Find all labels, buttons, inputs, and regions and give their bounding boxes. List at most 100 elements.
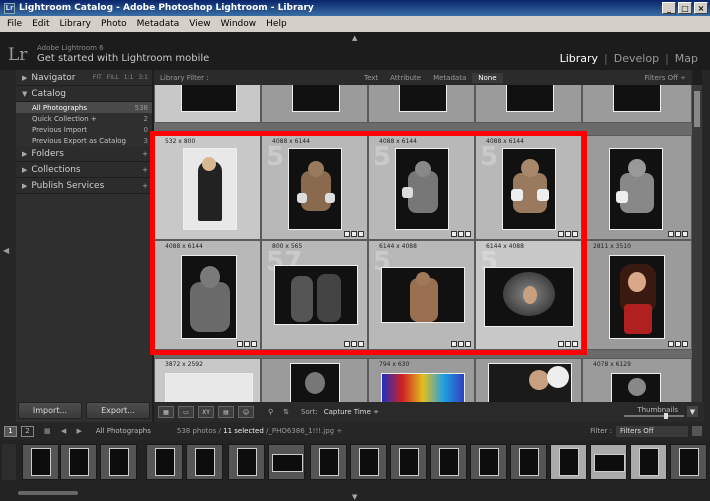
menu-window[interactable]: Window: [216, 19, 262, 29]
filmstrip-thumb[interactable]: [60, 444, 97, 480]
filter-metadata-tab[interactable]: Metadata: [427, 73, 472, 83]
grid-cell[interactable]: 2811 x 3510: [582, 240, 692, 350]
photo-thumbnail[interactable]: [165, 373, 253, 402]
grid-cell[interactable]: 794 x 630: [368, 358, 475, 402]
photo-thumbnail[interactable]: [611, 373, 661, 402]
collections-header[interactable]: ▶ Collections +: [16, 162, 152, 178]
lightroom-mobile-link[interactable]: Get started with Lightroom mobile: [37, 53, 209, 64]
filmstrip-thumb[interactable]: [590, 444, 627, 480]
grid-scrollbar[interactable]: [692, 85, 702, 402]
photo-thumbnail[interactable]: [609, 255, 665, 339]
grid-cell[interactable]: [475, 85, 582, 123]
scrollbar-thumb[interactable]: [694, 91, 700, 127]
filmstrip-thumb[interactable]: [510, 444, 547, 480]
sort-direction-icon[interactable]: ⇅: [283, 408, 289, 416]
slider-handle[interactable]: [664, 413, 668, 419]
menu-metadata[interactable]: Metadata: [132, 19, 185, 29]
menu-help[interactable]: Help: [261, 19, 292, 29]
grid-cell[interactable]: 4078 x 6129: [582, 358, 692, 402]
filmstrip-thumb[interactable]: [430, 444, 467, 480]
filter-none-tab[interactable]: None: [472, 72, 503, 83]
filmstrip-thumb[interactable]: [186, 444, 223, 480]
loupe-view-icon[interactable]: ▭: [178, 406, 194, 418]
grid-cell[interactable]: 3872 x 2592: [154, 358, 261, 402]
filter-attribute-tab[interactable]: Attribute: [384, 73, 427, 83]
maximize-button[interactable]: □: [678, 2, 692, 14]
nav-fit[interactable]: FIT: [93, 74, 102, 81]
menu-file[interactable]: File: [2, 19, 27, 29]
left-panel-edge[interactable]: ◀: [0, 70, 16, 422]
filmstrip-thumb[interactable]: [22, 444, 59, 480]
photo-thumbnail[interactable]: [609, 148, 663, 230]
filmstrip-source[interactable]: All Photographs: [96, 427, 151, 435]
grid-cell[interactable]: [475, 358, 582, 402]
menu-library[interactable]: Library: [55, 19, 96, 29]
filters-off-dropdown[interactable]: Filters Off ÷: [644, 74, 686, 82]
module-library[interactable]: Library: [560, 52, 598, 65]
close-button[interactable]: ×: [694, 2, 708, 14]
toolbar-menu-icon[interactable]: ▼: [687, 406, 698, 417]
photo-thumbnail[interactable]: [488, 363, 572, 402]
filmstrip-thumb[interactable]: [310, 444, 347, 480]
grid-cell[interactable]: [582, 135, 692, 240]
minimize-button[interactable]: _: [662, 2, 676, 14]
collapse-left-icon[interactable]: ◀: [3, 246, 9, 255]
collapse-top-icon[interactable]: ▲: [352, 34, 357, 42]
publish-services-header[interactable]: ▶ Publish Services +: [16, 178, 152, 194]
nav-fill[interactable]: FILL: [107, 74, 119, 81]
filmstrip-thumb[interactable]: [100, 444, 137, 480]
current-filename[interactable]: /_PHO6386_1!!!.jpg ÷: [266, 427, 342, 435]
painter-icon[interactable]: ⚲: [268, 408, 273, 416]
right-panel-edge[interactable]: [702, 70, 710, 422]
photo-thumbnail[interactable]: [399, 85, 447, 112]
catalog-item-previous-import[interactable]: Previous Import 0: [16, 124, 152, 135]
photo-thumbnail[interactable]: [290, 363, 340, 402]
menu-edit[interactable]: Edit: [27, 19, 54, 29]
module-map[interactable]: Map: [675, 52, 698, 65]
photo-thumbnail[interactable]: [292, 85, 340, 112]
filter-text-tab[interactable]: Text: [358, 73, 384, 83]
grid-cell[interactable]: [154, 85, 261, 123]
window-1-button[interactable]: 1: [4, 425, 17, 437]
grid-cell[interactable]: [261, 358, 368, 402]
grid-cell[interactable]: [368, 85, 475, 123]
sort-dropdown[interactable]: Capture Time ÷: [324, 408, 379, 416]
people-view-icon[interactable]: ☺: [238, 406, 254, 418]
catalog-header[interactable]: ▼ Catalog: [16, 86, 152, 102]
nav-3to1[interactable]: 3:1: [138, 74, 148, 81]
module-develop[interactable]: Develop: [614, 52, 659, 65]
filmstrip-thumb[interactable]: [630, 444, 667, 480]
filmstrip-thumb[interactable]: [146, 444, 183, 480]
photo-thumbnail[interactable]: [506, 85, 554, 112]
import-button[interactable]: Import...: [18, 402, 82, 419]
filmstrip-thumb[interactable]: [390, 444, 427, 480]
collapse-bottom-icon[interactable]: ▼: [352, 493, 357, 501]
grid-cell[interactable]: [582, 85, 692, 123]
compare-view-icon[interactable]: XY: [198, 406, 214, 418]
window-2-button[interactable]: 2: [21, 425, 34, 437]
photo-thumbnail[interactable]: [181, 85, 237, 112]
menu-view[interactable]: View: [184, 19, 215, 29]
navigator-header[interactable]: ▶ Navigator FIT FILL 1:1 3:1: [16, 70, 152, 86]
survey-view-icon[interactable]: ▤: [218, 406, 234, 418]
filmstrip-thumb[interactable]: [670, 444, 707, 480]
export-button[interactable]: Export...: [86, 402, 150, 419]
filmstrip-thumb[interactable]: [228, 444, 265, 480]
filmstrip-thumb[interactable]: [550, 444, 587, 480]
photo-thumbnail[interactable]: [381, 373, 465, 402]
filmstrip-scrollbar[interactable]: [18, 491, 78, 495]
thumbnail-size-slider[interactable]: [624, 413, 684, 419]
filmstrip-thumb[interactable]: [268, 444, 305, 480]
grid-nav-icons[interactable]: ▦ ◀ ▶: [44, 427, 86, 435]
filmstrip-filter-dropdown[interactable]: Filters Off: [616, 425, 688, 437]
filmstrip-thumb[interactable]: [470, 444, 507, 480]
catalog-item-previous-export[interactable]: Previous Export as Catalog 3: [16, 135, 152, 146]
photo-thumbnail[interactable]: [613, 85, 661, 112]
folders-header[interactable]: ▶ Folders +: [16, 146, 152, 162]
grid-view-icon[interactable]: ▦: [158, 406, 174, 418]
filmstrip-scroll-left[interactable]: [2, 444, 16, 480]
catalog-item-quick-collection[interactable]: Quick Collection + 2: [16, 113, 152, 124]
filter-lock-icon[interactable]: [692, 426, 702, 436]
nav-1to1[interactable]: 1:1: [124, 74, 134, 81]
menu-photo[interactable]: Photo: [96, 19, 132, 29]
